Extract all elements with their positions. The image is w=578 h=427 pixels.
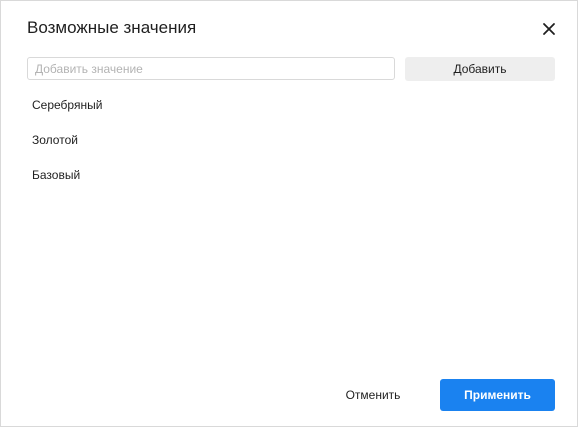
cancel-button[interactable]: Отменить <box>331 379 415 411</box>
value-item-gold: Золотой <box>32 133 78 147</box>
value-item-silver: Серебряный <box>32 98 103 112</box>
dialog-title: Возможные значения <box>27 18 197 37</box>
values-list: Серебряный Золотой Базовый <box>32 97 102 202</box>
apply-button[interactable]: Применить <box>440 379 555 411</box>
value-item-basic: Базовый <box>32 168 81 182</box>
add-value-input[interactable] <box>27 57 395 80</box>
close-icon[interactable] <box>539 19 559 39</box>
add-value-button[interactable]: Добавить <box>405 57 555 81</box>
values-dialog: Возможные значения Добавить Серебряный З… <box>0 0 578 427</box>
